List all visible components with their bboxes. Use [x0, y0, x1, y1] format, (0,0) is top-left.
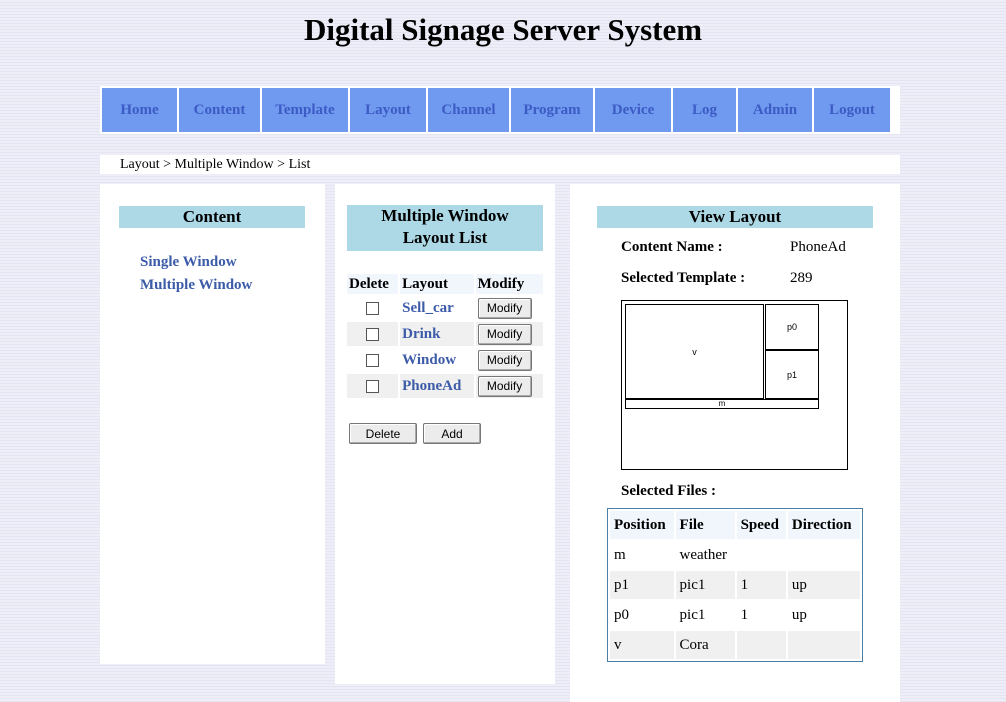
add-button[interactable]: Add	[423, 423, 481, 444]
table-row: Drink Modify	[347, 322, 543, 346]
file-name: pic1	[679, 606, 706, 623]
breadcrumb: Layout > Multiple Window > List	[100, 155, 900, 174]
delete-button[interactable]: Delete	[349, 423, 417, 444]
table-row: Sell_car Modify	[347, 296, 543, 320]
delete-checkbox[interactable]	[366, 353, 380, 367]
view-layout-title: View Layout	[597, 206, 873, 228]
file-name: pic1	[675, 571, 735, 599]
table-row: m weather	[610, 541, 860, 569]
file-speed: 1	[736, 571, 786, 599]
header-position: Position	[610, 511, 674, 539]
file-direction	[787, 631, 860, 659]
region-p1: p1	[765, 350, 819, 399]
table-row: p1 pic1 1 up	[610, 571, 860, 599]
nav-admin[interactable]: Admin	[738, 88, 812, 132]
delete-checkbox[interactable]	[366, 327, 380, 341]
region-m: m	[625, 399, 819, 409]
file-speed	[736, 631, 786, 659]
delete-checkbox[interactable]	[366, 301, 380, 315]
layout-list-title-line1: Multiple Window	[381, 206, 509, 225]
table-row: PhoneAd Modify	[347, 374, 543, 398]
file-position: m	[614, 546, 626, 563]
nav-home[interactable]: Home	[102, 88, 177, 132]
link-multiple-window[interactable]: Multiple Window	[140, 277, 252, 294]
table-row: v Cora	[610, 631, 860, 659]
link-single-window[interactable]: Single Window	[140, 254, 237, 271]
template-label: Selected Template :	[621, 270, 746, 286]
nav-device[interactable]: Device	[595, 88, 671, 132]
header-speed: Speed	[736, 511, 786, 539]
file-direction: up	[787, 571, 860, 599]
modify-button[interactable]: Modify	[477, 323, 532, 345]
header-file: File	[675, 511, 735, 539]
layout-name-link[interactable]: Drink	[402, 326, 440, 342]
breadcrumb-text: Layout > Multiple Window > List	[120, 157, 311, 172]
template-value: 289	[790, 270, 813, 286]
content-name-value: PhoneAd	[790, 239, 846, 255]
layout-table: Delete Layout Modify Sell_car Modify Dri…	[345, 272, 545, 400]
selected-files-label: Selected Files :	[621, 483, 716, 499]
layout-list-title-line2: Layout List	[402, 228, 488, 247]
region-v: v	[625, 304, 764, 399]
site-title: Digital Signage Server System	[303, 12, 703, 47]
nav-content[interactable]: Content	[179, 88, 260, 132]
nav-logout[interactable]: Logout	[814, 88, 890, 132]
template-preview: v p0 p1 m	[621, 300, 848, 470]
header-modify: Modify	[475, 274, 543, 294]
file-name: weather	[679, 546, 727, 563]
table-row: p0 pic1 1 up	[610, 601, 860, 629]
file-position: p0	[614, 606, 629, 623]
table-row: Window Modify	[347, 348, 543, 372]
file-position: v	[610, 631, 674, 659]
file-direction	[788, 541, 860, 569]
main-nav: Home Content Template Layout Channel Pro…	[100, 86, 900, 134]
file-speed: 1	[740, 606, 749, 623]
header-delete: Delete	[347, 274, 399, 294]
delete-checkbox[interactable]	[366, 379, 380, 393]
content-panel-title: Content	[119, 206, 305, 228]
modify-button[interactable]: Modify	[477, 375, 532, 397]
layout-name-link[interactable]: Sell_car	[402, 300, 454, 316]
file-direction: up	[791, 606, 807, 623]
nav-log[interactable]: Log	[673, 88, 736, 132]
modify-button[interactable]: Modify	[477, 349, 532, 371]
file-speed	[737, 541, 786, 569]
layout-name-link[interactable]: PhoneAd	[402, 378, 461, 394]
layout-list-title: Multiple Window Layout List	[347, 205, 543, 251]
nav-channel[interactable]: Channel	[428, 88, 509, 132]
modify-button[interactable]: Modify	[477, 297, 532, 319]
nav-layout[interactable]: Layout	[350, 88, 426, 132]
layout-name-link[interactable]: Window	[402, 352, 456, 368]
nav-program[interactable]: Program	[511, 88, 593, 132]
nav-template[interactable]: Template	[262, 88, 348, 132]
header-layout: Layout	[400, 274, 474, 294]
selected-files-table: Position File Speed Direction m weather …	[607, 508, 863, 662]
content-name-label: Content Name :	[621, 239, 723, 255]
region-p0: p0	[765, 304, 819, 350]
file-name: Cora	[675, 631, 735, 659]
file-position: p1	[610, 571, 674, 599]
header-direction: Direction	[787, 511, 860, 539]
